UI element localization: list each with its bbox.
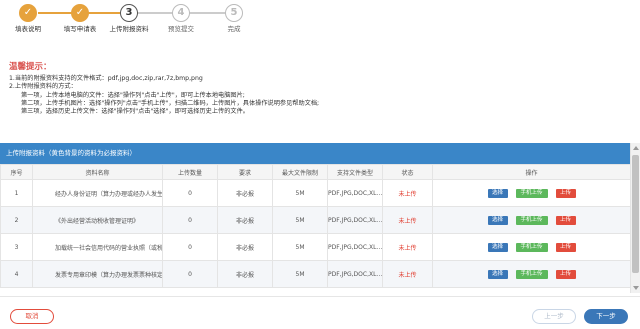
step-number: 4 — [172, 4, 190, 22]
cell-count: 0 — [162, 206, 218, 234]
status-badge: 未上传 — [382, 260, 433, 288]
cell-seq: 4 — [0, 260, 33, 288]
tips-line: 1.当前的附报资料支持的文件格式：pdf,jpg,doc,zip,rar,7z,… — [9, 75, 203, 82]
cell-maxsize: 5M — [272, 260, 328, 288]
status-badge: 未上传 — [382, 206, 433, 234]
previous-step-button[interactable]: 上一步 — [532, 309, 576, 324]
cell-maxsize: 5M — [272, 206, 328, 234]
cell-maxsize: 5M — [272, 179, 328, 207]
next-step-button[interactable]: 下一步 — [584, 309, 628, 324]
table-row: 3 加载统一社会信用代码的营业执照（或税务登记证 0 非必报 5M PDF,JP… — [0, 233, 631, 261]
header-maxsize: 最大文件限制 — [272, 164, 328, 180]
cell-types: PDF,JPG,DOC,XL… — [327, 206, 383, 234]
tips-sub-line: 第三项，选择历史上传文件：选择"操作列"点击"选择"，即可选择历史上传的文件。 — [21, 108, 249, 116]
step-label: 上传附报资料 — [109, 25, 149, 33]
cell-name: 《外出经营活动税收管理证明》 — [32, 206, 163, 234]
cell-ops: 选择 手机上传 上传 — [432, 233, 631, 261]
cell-ops: 选择 手机上传 上传 — [432, 206, 631, 234]
step-5: 5 完成 — [199, 4, 269, 33]
select-button[interactable]: 选择 — [487, 215, 508, 225]
header-seq: 序号 — [0, 164, 33, 180]
table-row: 4 发票专用章印模（算力办理发票票种核定时提供） 0 非必报 5M PDF,JP… — [0, 260, 631, 288]
cell-count: 0 — [162, 260, 218, 288]
upload-button[interactable]: 上传 — [555, 269, 576, 279]
cell-types: PDF,JPG,DOC,XL… — [327, 179, 383, 207]
cell-types: PDF,JPG,DOC,XL… — [327, 260, 383, 288]
status-badge: 未上传 — [382, 179, 433, 207]
tips-sub-line: 第一项，上传本地电脑的文件：选择"操作列"点击"上传"，即可上传本地电脑图片; — [21, 91, 245, 99]
cell-count: 0 — [162, 179, 218, 207]
tips-panel: 温馨提示： 1.当前的附报资料支持的文件格式：pdf,jpg,doc,zip,r… — [9, 60, 609, 116]
section-header: 上传附报资料（黄色背景的资料为必报资料） — [0, 143, 630, 164]
cell-seq: 1 — [0, 179, 33, 207]
section-title: 上传附报资料 — [6, 149, 45, 157]
phone-upload-button[interactable]: 手机上传 — [515, 242, 548, 252]
cell-name: 经办人身份证明（算力办理或经办人发生变化时提 — [32, 179, 163, 207]
header-types: 支持文件类型 — [327, 164, 383, 180]
select-button[interactable]: 选择 — [487, 188, 508, 198]
cell-requirement: 非必报 — [217, 260, 273, 288]
select-button[interactable]: 选择 — [487, 242, 508, 252]
cell-requirement: 非必报 — [217, 179, 273, 207]
header-name: 资料名称 — [32, 164, 163, 180]
step-number: 5 — [225, 4, 243, 22]
check-icon: ✓ — [71, 4, 89, 22]
header-status: 状态 — [382, 164, 433, 180]
cell-ops: 选择 手机上传 上传 — [432, 260, 631, 288]
scroll-up-icon[interactable] — [633, 146, 639, 150]
section-note: （黄色背景的资料为必报资料） — [45, 149, 136, 157]
cell-name: 加载统一社会信用代码的营业执照（或税务登记证 — [32, 233, 163, 261]
step-number: 3 — [120, 4, 138, 22]
cell-types: PDF,JPG,DOC,XL… — [327, 233, 383, 261]
phone-upload-button[interactable]: 手机上传 — [515, 188, 548, 198]
cell-count: 0 — [162, 233, 218, 261]
attachments-table: 序号 资料名称 上传数量 要求 最大文件限制 支持文件类型 状态 操作 1 经办… — [0, 164, 631, 288]
step-progress: ✓ 填表说明 ✓ 填写申请表 3 上传附报资料 4 预览提交 5 完成 — [0, 0, 640, 46]
cell-requirement: 非必报 — [217, 233, 273, 261]
phone-upload-button[interactable]: 手机上传 — [515, 215, 548, 225]
tips-line: 2.上传附报资料的方式： — [9, 83, 77, 91]
cancel-button[interactable]: 取消 — [10, 309, 54, 324]
cell-seq: 2 — [0, 206, 33, 234]
step-label: 完成 — [227, 25, 241, 33]
table-row: 1 经办人身份证明（算力办理或经办人发生变化时提 0 非必报 5M PDF,JP… — [0, 179, 631, 207]
header-ops: 操作 — [432, 164, 631, 180]
vertical-scrollbar[interactable] — [630, 143, 640, 293]
check-icon: ✓ — [19, 4, 37, 22]
upload-button[interactable]: 上传 — [555, 215, 576, 225]
upload-button[interactable]: 上传 — [555, 242, 576, 252]
scroll-down-icon[interactable] — [633, 286, 639, 290]
table-row: 2 《外出经营活动税收管理证明》 0 非必报 5M PDF,JPG,DOC,XL… — [0, 206, 631, 234]
tips-title: 温馨提示： — [9, 62, 52, 72]
tips-sub-line: 第二项，上传手机图片：选择"操作列"点击"手机上传"，扫描二维码，上传图片，具体… — [21, 99, 320, 107]
cell-maxsize: 5M — [272, 233, 328, 261]
cell-name: 发票专用章印模（算力办理发票票种核定时提供） — [32, 260, 163, 288]
header-requirement: 要求 — [217, 164, 273, 180]
table-header-row: 序号 资料名称 上传数量 要求 最大文件限制 支持文件类型 状态 操作 — [0, 164, 631, 180]
status-badge: 未上传 — [382, 233, 433, 261]
phone-upload-button[interactable]: 手机上传 — [515, 269, 548, 279]
select-button[interactable]: 选择 — [487, 269, 508, 279]
scrollbar-thumb[interactable] — [632, 155, 639, 273]
cell-requirement: 非必报 — [217, 206, 273, 234]
footer-bar: 取消 上一步 下一步 — [0, 296, 640, 329]
header-count: 上传数量 — [162, 164, 218, 180]
cell-ops: 选择 手机上传 上传 — [432, 179, 631, 207]
cell-seq: 3 — [0, 233, 33, 261]
upload-button[interactable]: 上传 — [555, 188, 576, 198]
